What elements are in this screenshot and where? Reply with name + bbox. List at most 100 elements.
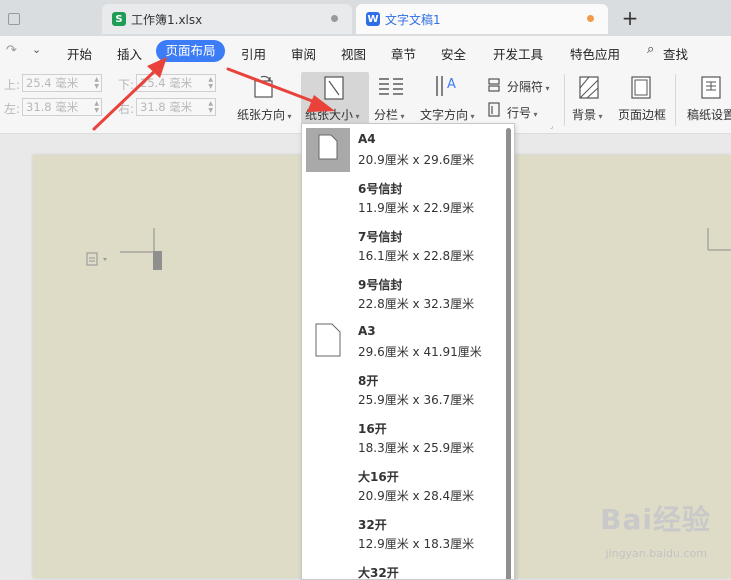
- margin-top-value: 25.4 毫米: [26, 76, 79, 90]
- menu-section[interactable]: 章节: [391, 44, 416, 63]
- paper-size-option-32k[interactable]: 32开 12.9厘米 x 18.3厘米: [302, 508, 502, 556]
- menu-insert[interactable]: 插入: [117, 44, 142, 63]
- paper-size-option-8k[interactable]: 8开 25.9厘米 x 36.7厘米: [302, 364, 502, 412]
- paper-name: 16开: [358, 422, 387, 436]
- tab-document[interactable]: W 文字文稿1: [356, 4, 608, 34]
- ribbon-divider: [564, 74, 565, 126]
- orientation-button[interactable]: 纸张方向 ▾: [237, 106, 292, 123]
- ribbon-divider: [675, 74, 676, 126]
- restore-icon[interactable]: [8, 13, 20, 25]
- margin-left-input[interactable]: 31.8 毫米 ▲ ▼: [22, 98, 102, 116]
- columns-button[interactable]: 分栏 ▾: [374, 106, 405, 123]
- background-icon[interactable]: [578, 76, 602, 100]
- paper-name: 6号信封: [358, 182, 403, 196]
- chevron-down-icon: ▾: [543, 84, 550, 93]
- dropdown-scrollbar[interactable]: [506, 128, 511, 579]
- background-button[interactable]: 背景 ▾: [572, 106, 603, 123]
- tab-spreadsheet-label: 工作簿1.xlsx: [131, 12, 203, 27]
- draft-paper-icon[interactable]: [700, 76, 724, 100]
- chevron-down-icon: ▾: [468, 112, 475, 121]
- paper-dims: 20.9厘米 x 28.4厘米: [358, 489, 475, 503]
- paper-size-option-envelope9[interactable]: 9号信封 22.8厘米 x 32.3厘米: [302, 268, 502, 316]
- margin-right-label: 右:: [118, 102, 135, 116]
- paper-size-option-a4[interactable]: A4 20.9厘米 x 29.6厘米: [302, 124, 502, 172]
- paper-size-option-16k[interactable]: 16开 18.3厘米 x 25.9厘米: [302, 412, 502, 460]
- tab-spreadsheet[interactable]: S 工作簿1.xlsx: [102, 4, 352, 34]
- margin-top-input[interactable]: 25.4 毫米 ▲ ▼: [22, 74, 102, 92]
- margin-right-value: 31.8 毫米: [140, 100, 193, 114]
- paper-dims: 20.9厘米 x 29.6厘米: [358, 153, 475, 167]
- menu-review[interactable]: 审阅: [291, 44, 316, 63]
- menu-find[interactable]: 查找: [663, 44, 688, 63]
- unsaved-dot-icon[interactable]: [331, 15, 338, 22]
- columns-icon[interactable]: [378, 76, 404, 100]
- menu-developer[interactable]: 开发工具: [493, 44, 543, 63]
- margin-bottom-value: 25.4 毫米: [140, 76, 193, 90]
- baidu-watermark-logo: Bai经验: [600, 503, 711, 536]
- menu-view[interactable]: 视图: [341, 44, 366, 63]
- draft-settings-button[interactable]: 稿纸设置: [687, 106, 731, 123]
- margin-right-input[interactable]: 31.8 毫米 ▲ ▼: [136, 98, 216, 116]
- margin-corner-mark: [120, 228, 162, 270]
- paper-size-option-big16k[interactable]: 大16开 20.9厘米 x 28.4厘米: [302, 460, 502, 508]
- document-icon: W: [366, 12, 380, 26]
- menu-page-layout[interactable]: 页面布局: [156, 40, 225, 62]
- spinner-icon[interactable]: ▲ ▼: [208, 100, 213, 114]
- margin-left-value: 31.8 毫米: [26, 100, 79, 114]
- paste-options-icon[interactable]: [86, 251, 112, 267]
- menu-home[interactable]: 开始: [67, 44, 92, 63]
- page-border-button[interactable]: 页面边框: [618, 106, 666, 123]
- search-icon[interactable]: ⌕: [647, 42, 654, 57]
- page-border-icon[interactable]: [630, 76, 654, 100]
- margin-bottom-input[interactable]: 25.4 毫米 ▲ ▼: [136, 74, 216, 92]
- spreadsheet-icon: S: [112, 12, 126, 26]
- paper-name: 8开: [358, 374, 379, 388]
- spinner-icon[interactable]: ▲ ▼: [94, 100, 99, 114]
- margin-top-label: 上:: [4, 78, 21, 92]
- chevron-down-icon: ▾: [353, 112, 360, 121]
- paper-name: 大16开: [358, 470, 399, 484]
- margin-corner-mark-right: [707, 228, 731, 251]
- paper-size-option-big32k[interactable]: 大32开: [302, 556, 502, 579]
- quick-access-chevron-icon[interactable]: ⌄: [32, 43, 41, 56]
- separator-label: 分隔符: [507, 80, 544, 94]
- separator-icon[interactable]: [487, 77, 503, 93]
- paper-name: A4: [358, 132, 376, 146]
- paper-size-icon[interactable]: [322, 76, 346, 102]
- paper-dims: 25.9厘米 x 36.7厘米: [358, 393, 475, 407]
- spinner-icon[interactable]: ▲ ▼: [208, 76, 213, 90]
- tab-document-label: 文字文稿1: [385, 12, 441, 27]
- paper-size-dropdown: A4 20.9厘米 x 29.6厘米 6号信封 11.9厘米 x 22.9厘米 …: [301, 123, 515, 580]
- text-direction-button[interactable]: 文字方向 ▾: [420, 106, 475, 123]
- page-icon: [318, 134, 338, 160]
- margin-bottom-label: 下:: [118, 78, 135, 92]
- paper-size-option-envelope6[interactable]: 6号信封 11.9厘米 x 22.9厘米: [302, 172, 502, 220]
- new-tab-icon[interactable]: +: [620, 6, 640, 30]
- line-number-button[interactable]: 行号 ▾: [507, 104, 538, 121]
- paper-size-label: 纸张大小: [305, 108, 354, 122]
- line-number-label: 行号: [507, 106, 532, 120]
- menu-references[interactable]: 引用: [241, 44, 266, 63]
- line-number-icon[interactable]: [487, 102, 503, 118]
- orientation-icon[interactable]: [252, 74, 276, 100]
- paper-size-label-wrap[interactable]: 纸张大小 ▾: [305, 106, 360, 123]
- menu-security[interactable]: 安全: [441, 44, 466, 63]
- dialog-launcher-icon[interactable]: ⌟: [550, 122, 553, 130]
- paper-dims: 22.8厘米 x 32.3厘米: [358, 297, 475, 311]
- separator-button[interactable]: 分隔符 ▾: [507, 78, 550, 95]
- chevron-down-icon: ▾: [285, 112, 292, 121]
- background-label: 背景: [572, 108, 597, 122]
- page-icon: [315, 323, 341, 357]
- spinner-icon[interactable]: ▲ ▼: [94, 76, 99, 90]
- text-direction-icon[interactable]: A: [434, 74, 462, 100]
- chevron-down-icon: ▾: [596, 112, 603, 121]
- paper-size-option-a3[interactable]: A3 29.6厘米 x 41.91厘米: [302, 316, 502, 364]
- paper-size-option-envelope7[interactable]: 7号信封 16.1厘米 x 22.8厘米: [302, 220, 502, 268]
- paper-dims: 18.3厘米 x 25.9厘米: [358, 441, 475, 455]
- redo-icon[interactable]: ↷: [6, 43, 17, 58]
- margin-left-label: 左:: [4, 102, 21, 116]
- unsaved-dot-icon[interactable]: [587, 15, 594, 22]
- menu-special[interactable]: 特色应用: [570, 44, 620, 63]
- paper-name: A3: [358, 324, 376, 338]
- chevron-down-icon: ▾: [398, 112, 405, 121]
